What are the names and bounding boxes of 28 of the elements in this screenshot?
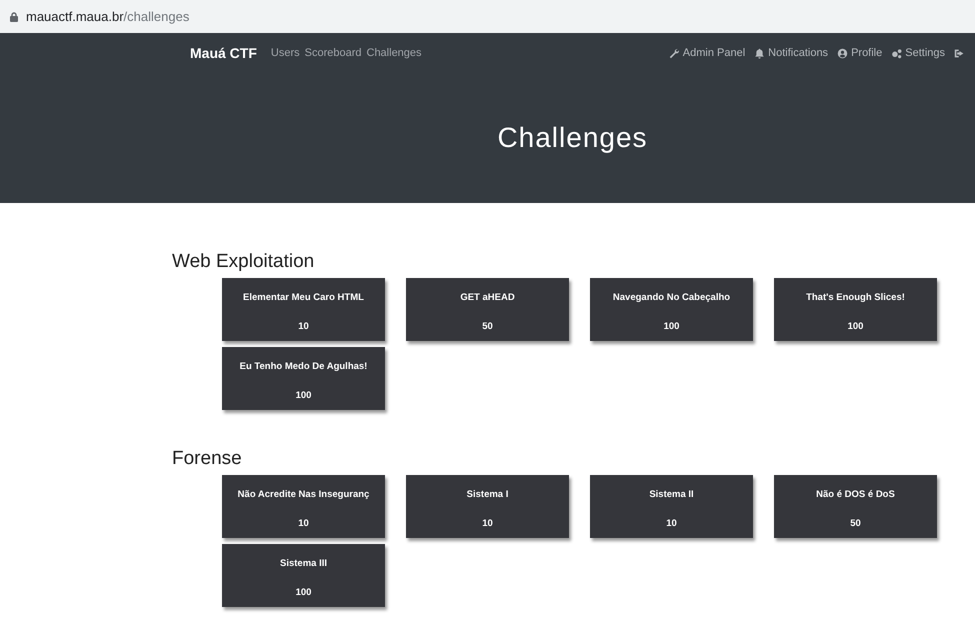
challenge-button[interactable]: Navegando No Cabeçalho 100 xyxy=(590,278,753,341)
challenge-button[interactable]: GET aHEAD 50 xyxy=(406,278,569,341)
nav-link[interactable]: Scoreboard xyxy=(304,46,362,59)
lock-icon xyxy=(10,12,18,22)
nav-link[interactable]: Users xyxy=(270,46,300,59)
challenge-button[interactable]: Não é DOS é DoS 50 xyxy=(774,474,937,538)
challenge-button[interactable]: Sistema II 10 xyxy=(590,474,753,538)
challenge-button[interactable]: Não Acredite Nas Inseguranç 10 xyxy=(222,474,385,538)
url-text: mauactf.maua.br/challenges xyxy=(26,8,190,26)
address-bar[interactable]: mauactf.maua.br/challenges xyxy=(0,0,975,33)
logout-icon xyxy=(954,48,965,58)
challenge-button[interactable]: Sistema III 100 xyxy=(222,544,385,607)
nav-link[interactable]: Profile xyxy=(837,44,882,62)
user-icon xyxy=(837,48,848,58)
nav-link[interactable]: Settings xyxy=(891,44,945,62)
nav-link[interactable]: Challenges xyxy=(366,46,422,59)
nav-link[interactable]: Notifications xyxy=(754,44,828,62)
category-heading: Web Exploitation xyxy=(172,251,316,274)
challenge-button[interactable]: That's Enough Slices! 100 xyxy=(774,278,937,341)
page-title: Challenges xyxy=(497,121,648,155)
bell-icon xyxy=(754,48,766,58)
challenge-button[interactable]: Sistema I 10 xyxy=(406,474,569,538)
challenge-button[interactable]: Elementar Meu Caro HTML 10 xyxy=(222,278,385,341)
nav-link[interactable]: Admin Panel xyxy=(668,44,746,62)
brand-link[interactable]: Mauá CTF xyxy=(190,42,257,64)
wrench-icon xyxy=(668,48,680,58)
challenge-button[interactable]: Eu Tenho Medo De Agulhas! 100 xyxy=(222,346,385,410)
category-heading: Forense xyxy=(172,448,243,471)
